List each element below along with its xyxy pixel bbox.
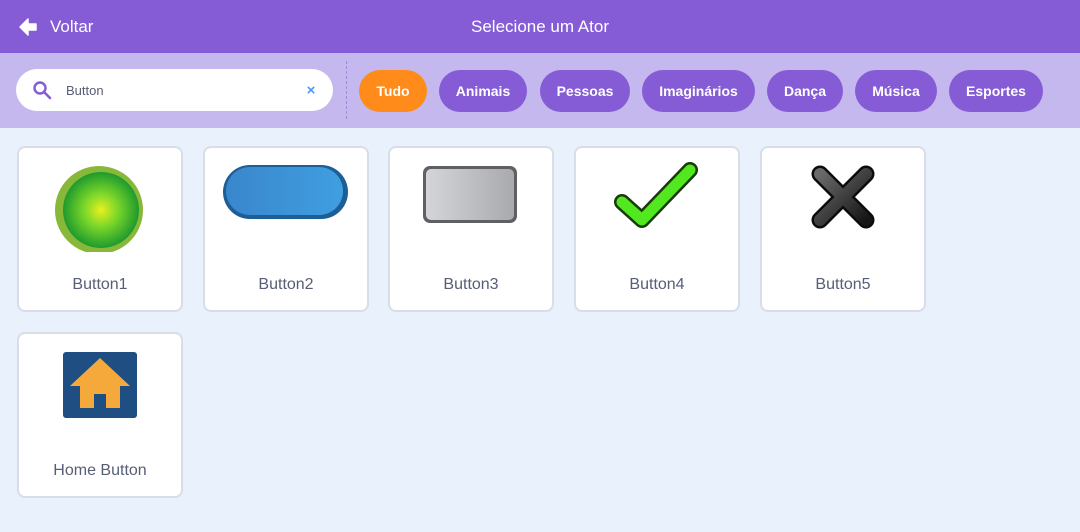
black-x-icon (811, 165, 875, 229)
top-bar: Voltar Selecione um Ator (0, 0, 1080, 53)
tag-label: Música (872, 83, 920, 99)
filter-bar: × Tudo Animais Pessoas Imaginários Dança… (0, 53, 1080, 128)
sprite-name: Button2 (258, 276, 314, 293)
tag-imaginarios[interactable]: Imaginários (642, 70, 755, 112)
search-icon (33, 81, 52, 100)
sprite-card-button4[interactable]: Button4 (574, 146, 740, 312)
arrow-left-icon (19, 17, 37, 36)
page-title: Selecione um Ator (471, 16, 609, 36)
sprite-card-home-button[interactable]: Home Button (17, 332, 183, 498)
tag-animais[interactable]: Animais (439, 70, 527, 112)
sprite-name: Button3 (443, 276, 499, 293)
green-circle-button-icon (55, 166, 143, 252)
search-box: × (16, 69, 333, 111)
sprite-name: Button1 (72, 276, 128, 293)
tag-danca[interactable]: Dança (767, 70, 843, 112)
back-button[interactable]: Voltar (18, 0, 93, 53)
gray-rectangle-button-icon (423, 166, 517, 223)
sprite-name: Button4 (629, 276, 685, 293)
home-icon (63, 352, 137, 418)
blue-pill-button-icon (223, 165, 348, 219)
tag-pessoas[interactable]: Pessoas (540, 70, 630, 112)
tag-label: Dança (783, 83, 827, 99)
tag-label: Tudo (376, 83, 410, 99)
green-checkmark-icon (614, 162, 698, 228)
sprite-card-button2[interactable]: Button2 (203, 146, 369, 312)
search-input[interactable] (66, 69, 286, 111)
sprite-card-button1[interactable]: Button1 (17, 146, 183, 312)
tag-label: Esportes (966, 83, 1026, 99)
tag-label: Animais (455, 83, 511, 99)
tag-tudo[interactable]: Tudo (359, 70, 427, 112)
divider (346, 61, 347, 119)
sprite-name: Home Button (53, 462, 147, 479)
tag-musica[interactable]: Música (855, 70, 937, 112)
sprite-card-button3[interactable]: Button3 (388, 146, 554, 312)
back-label: Voltar (50, 16, 94, 36)
clear-search-icon[interactable]: × (303, 82, 319, 99)
sprite-name: Button5 (815, 276, 871, 293)
tag-esportes[interactable]: Esportes (949, 70, 1043, 112)
tag-label: Imaginários (659, 83, 738, 99)
tag-label: Pessoas (556, 83, 614, 99)
sprite-card-button5[interactable]: Button5 (760, 146, 926, 312)
